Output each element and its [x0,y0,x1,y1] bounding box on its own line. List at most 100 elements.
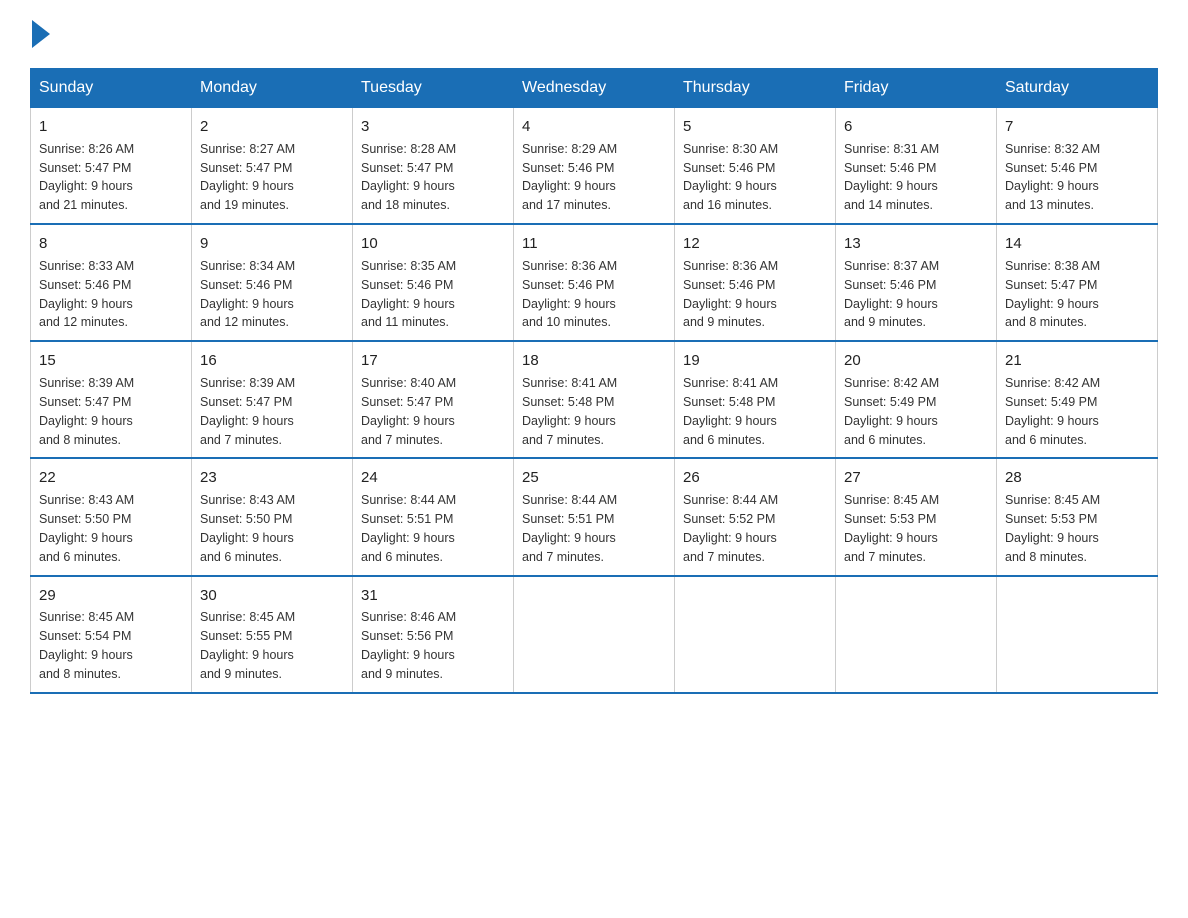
logo-arrow-icon [32,20,50,48]
day-number: 14 [1005,233,1149,255]
day-number: 17 [361,350,505,372]
day-number: 16 [200,350,344,372]
day-number: 11 [522,233,666,255]
calendar-cell: 26 Sunrise: 8:44 AM Sunset: 5:52 PM Dayli… [675,458,836,575]
day-info: Sunrise: 8:31 AM Sunset: 5:46 PM Dayligh… [844,142,939,213]
calendar-cell: 22Sunrise: 8:43 AM Sunset: 5:50 PM Dayli… [31,458,192,575]
week-row-4: 22Sunrise: 8:43 AM Sunset: 5:50 PM Dayli… [31,458,1158,575]
calendar-cell: 4 Sunrise: 8:29 AM Sunset: 5:46 PM Daylig… [514,108,675,225]
calendar-cell: 18 Sunrise: 8:41 AM Sunset: 5:48 PM Dayli… [514,341,675,458]
day-info: Sunrise: 8:38 AM Sunset: 5:47 PM Dayligh… [1005,259,1100,330]
calendar-cell: 10 Sunrise: 8:35 AM Sunset: 5:46 PM Dayli… [353,224,514,341]
calendar-cell [514,576,675,693]
calendar-cell: 12Sunrise: 8:36 AM Sunset: 5:46 PM Dayli… [675,224,836,341]
day-number: 31 [361,585,505,607]
header-row: SundayMondayTuesdayWednesdayThursdayFrid… [31,69,1158,108]
day-number: 26 [683,467,827,489]
day-info: Sunrise: 8:43 AM Sunset: 5:50 PM Dayligh… [39,493,134,564]
day-info: Sunrise: 8:33 AM Sunset: 5:46 PM Dayligh… [39,259,134,330]
day-info: Sunrise: 8:44 AM Sunset: 5:51 PM Dayligh… [522,493,617,564]
calendar-cell: 28Sunrise: 8:45 AM Sunset: 5:53 PM Dayli… [997,458,1158,575]
day-info: Sunrise: 8:46 AM Sunset: 5:56 PM Dayligh… [361,610,456,681]
day-number: 4 [522,116,666,138]
day-number: 9 [200,233,344,255]
day-info: Sunrise: 8:40 AM Sunset: 5:47 PM Dayligh… [361,376,456,447]
day-info: Sunrise: 8:34 AM Sunset: 5:46 PM Dayligh… [200,259,295,330]
day-number: 23 [200,467,344,489]
logo [30,20,50,48]
day-info: Sunrise: 8:26 AM Sunset: 5:47 PM Dayligh… [39,142,134,213]
day-number: 19 [683,350,827,372]
calendar-cell: 29Sunrise: 8:45 AM Sunset: 5:54 PM Dayli… [31,576,192,693]
calendar-cell [675,576,836,693]
day-number: 2 [200,116,344,138]
day-info: Sunrise: 8:42 AM Sunset: 5:49 PM Dayligh… [1005,376,1100,447]
calendar-cell: 1 Sunrise: 8:26 AM Sunset: 5:47 PM Daylig… [31,108,192,225]
week-row-5: 29Sunrise: 8:45 AM Sunset: 5:54 PM Dayli… [31,576,1158,693]
calendar-cell: 2 Sunrise: 8:27 AM Sunset: 5:47 PM Daylig… [192,108,353,225]
calendar-cell [836,576,997,693]
day-number: 10 [361,233,505,255]
day-info: Sunrise: 8:32 AM Sunset: 5:46 PM Dayligh… [1005,142,1100,213]
calendar-cell: 8Sunrise: 8:33 AM Sunset: 5:46 PM Daylig… [31,224,192,341]
calendar-cell: 6 Sunrise: 8:31 AM Sunset: 5:46 PM Daylig… [836,108,997,225]
day-info: Sunrise: 8:45 AM Sunset: 5:54 PM Dayligh… [39,610,134,681]
day-number: 15 [39,350,183,372]
day-info: Sunrise: 8:41 AM Sunset: 5:48 PM Dayligh… [683,376,778,447]
calendar-cell: 5Sunrise: 8:30 AM Sunset: 5:46 PM Daylig… [675,108,836,225]
day-number: 24 [361,467,505,489]
calendar-cell: 13 Sunrise: 8:37 AM Sunset: 5:46 PM Dayli… [836,224,997,341]
calendar-cell: 21Sunrise: 8:42 AM Sunset: 5:49 PM Dayli… [997,341,1158,458]
week-row-3: 15 Sunrise: 8:39 AM Sunset: 5:47 PM Dayli… [31,341,1158,458]
day-info: Sunrise: 8:36 AM Sunset: 5:46 PM Dayligh… [683,259,778,330]
week-row-2: 8Sunrise: 8:33 AM Sunset: 5:46 PM Daylig… [31,224,1158,341]
day-info: Sunrise: 8:36 AM Sunset: 5:46 PM Dayligh… [522,259,617,330]
day-number: 30 [200,585,344,607]
day-info: Sunrise: 8:35 AM Sunset: 5:46 PM Dayligh… [361,259,456,330]
day-number: 27 [844,467,988,489]
calendar-cell: 16 Sunrise: 8:39 AM Sunset: 5:47 PM Dayli… [192,341,353,458]
column-header-monday: Monday [192,69,353,108]
day-info: Sunrise: 8:37 AM Sunset: 5:46 PM Dayligh… [844,259,939,330]
day-info: Sunrise: 8:44 AM Sunset: 5:52 PM Dayligh… [683,493,778,564]
day-number: 5 [683,116,827,138]
day-number: 7 [1005,116,1149,138]
calendar-cell: 14 Sunrise: 8:38 AM Sunset: 5:47 PM Dayli… [997,224,1158,341]
day-info: Sunrise: 8:43 AM Sunset: 5:50 PM Dayligh… [200,493,295,564]
day-info: Sunrise: 8:29 AM Sunset: 5:46 PM Dayligh… [522,142,617,213]
day-number: 1 [39,116,183,138]
day-info: Sunrise: 8:39 AM Sunset: 5:47 PM Dayligh… [200,376,295,447]
day-info: Sunrise: 8:27 AM Sunset: 5:47 PM Dayligh… [200,142,295,213]
calendar-cell: 3Sunrise: 8:28 AM Sunset: 5:47 PM Daylig… [353,108,514,225]
day-info: Sunrise: 8:42 AM Sunset: 5:49 PM Dayligh… [844,376,939,447]
day-number: 3 [361,116,505,138]
calendar-cell: 24 Sunrise: 8:44 AM Sunset: 5:51 PM Dayli… [353,458,514,575]
calendar-cell: 9 Sunrise: 8:34 AM Sunset: 5:46 PM Daylig… [192,224,353,341]
header [30,20,1158,48]
day-info: Sunrise: 8:39 AM Sunset: 5:47 PM Dayligh… [39,376,134,447]
day-number: 25 [522,467,666,489]
day-number: 6 [844,116,988,138]
day-info: Sunrise: 8:44 AM Sunset: 5:51 PM Dayligh… [361,493,456,564]
calendar-cell: 20 Sunrise: 8:42 AM Sunset: 5:49 PM Dayli… [836,341,997,458]
column-header-friday: Friday [836,69,997,108]
calendar-cell: 15 Sunrise: 8:39 AM Sunset: 5:47 PM Dayli… [31,341,192,458]
column-header-thursday: Thursday [675,69,836,108]
week-row-1: 1 Sunrise: 8:26 AM Sunset: 5:47 PM Daylig… [31,108,1158,225]
day-info: Sunrise: 8:41 AM Sunset: 5:48 PM Dayligh… [522,376,617,447]
calendar-cell: 25 Sunrise: 8:44 AM Sunset: 5:51 PM Dayli… [514,458,675,575]
calendar-cell: 19 Sunrise: 8:41 AM Sunset: 5:48 PM Dayli… [675,341,836,458]
day-number: 18 [522,350,666,372]
calendar-cell: 7 Sunrise: 8:32 AM Sunset: 5:46 PM Daylig… [997,108,1158,225]
calendar-cell: 17 Sunrise: 8:40 AM Sunset: 5:47 PM Dayli… [353,341,514,458]
column-header-tuesday: Tuesday [353,69,514,108]
calendar-cell: 30Sunrise: 8:45 AM Sunset: 5:55 PM Dayli… [192,576,353,693]
day-number: 13 [844,233,988,255]
calendar-cell: 11 Sunrise: 8:36 AM Sunset: 5:46 PM Dayli… [514,224,675,341]
calendar-cell: 27 Sunrise: 8:45 AM Sunset: 5:53 PM Dayli… [836,458,997,575]
day-info: Sunrise: 8:45 AM Sunset: 5:53 PM Dayligh… [844,493,939,564]
calendar-table: SundayMondayTuesdayWednesdayThursdayFrid… [30,68,1158,694]
calendar-cell [997,576,1158,693]
calendar-cell: 23 Sunrise: 8:43 AM Sunset: 5:50 PM Dayli… [192,458,353,575]
day-number: 20 [844,350,988,372]
